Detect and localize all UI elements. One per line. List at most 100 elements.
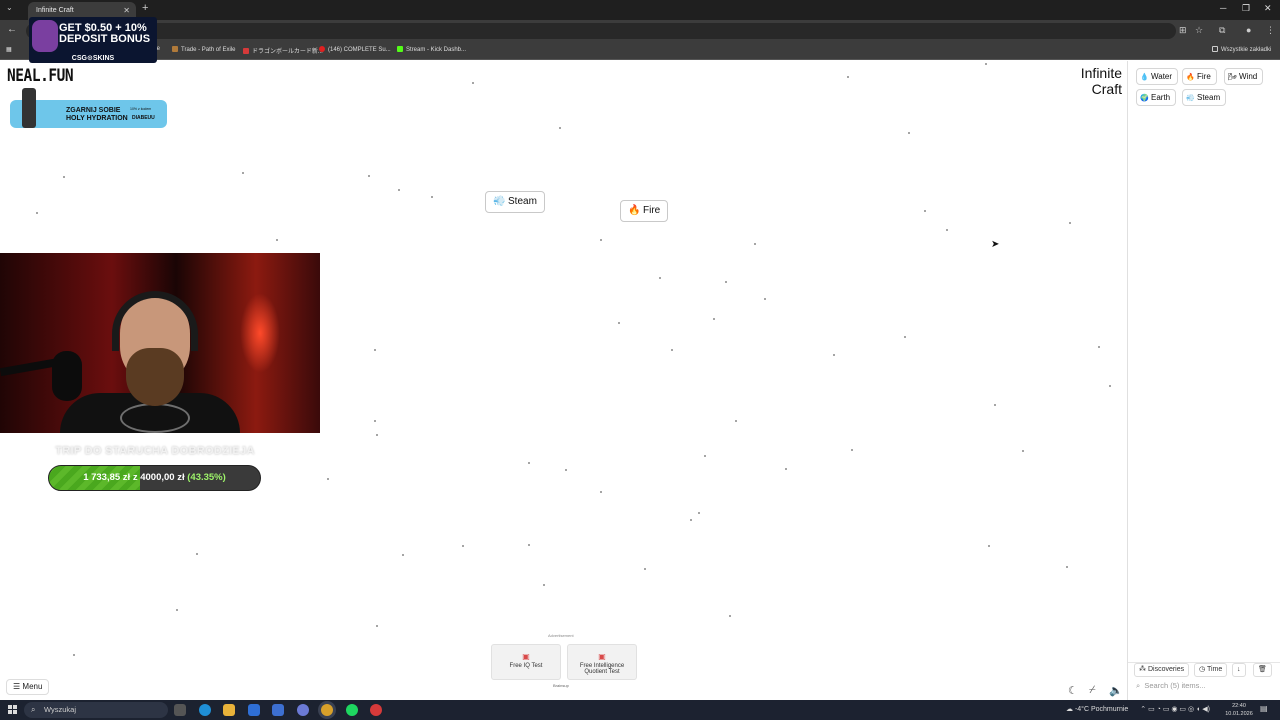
particle-dot bbox=[785, 468, 787, 470]
particle-dot bbox=[431, 196, 433, 198]
particle-dot bbox=[374, 349, 376, 351]
ad-label: Advertisement bbox=[548, 633, 574, 638]
menu-icon: ☰ bbox=[13, 682, 23, 691]
trash-icon: 🗑 bbox=[1258, 666, 1267, 673]
taskbar-clock[interactable]: 22:40 10.01.2026 bbox=[1222, 702, 1256, 718]
folder-icon bbox=[1212, 46, 1218, 52]
particle-dot bbox=[528, 544, 530, 546]
promo-headline: GET $0.50 + 10% DEPOSIT BONUS bbox=[59, 22, 151, 45]
dark-mode-icon[interactable]: ☾ bbox=[1068, 684, 1078, 697]
taskbar-search-placeholder: Wyszukaj bbox=[44, 705, 77, 714]
particle-dot bbox=[276, 239, 278, 241]
particle-dot bbox=[994, 404, 996, 406]
canvas-element-steam[interactable]: 💨 Steam bbox=[485, 191, 545, 213]
app-icon[interactable] bbox=[297, 704, 309, 716]
profile-avatar[interactable]: ● bbox=[1246, 25, 1251, 35]
particle-dot bbox=[698, 512, 700, 514]
mail-icon[interactable] bbox=[248, 704, 260, 716]
browser-toolbar: ← ⊞ ☆ ⧉ ● ⋮ bbox=[0, 20, 1280, 42]
canvas-element-label: Steam bbox=[508, 196, 537, 207]
item-search[interactable]: ⌕ Search (5) items... bbox=[1136, 681, 1206, 691]
sponsor-note: 10% z kodem bbox=[130, 107, 152, 111]
fire-emoji-icon: 🔥 bbox=[1186, 74, 1195, 81]
dragonball-icon bbox=[243, 48, 249, 54]
restore-icon[interactable]: ❐ bbox=[1242, 3, 1250, 14]
translate-icon[interactable]: ⊞ bbox=[1179, 25, 1187, 36]
goal-percent: (43.35%) bbox=[187, 472, 226, 483]
apps-grid-icon[interactable]: ▦ bbox=[6, 46, 12, 53]
particle-dot bbox=[725, 281, 727, 283]
store-icon[interactable] bbox=[272, 704, 284, 716]
start-icon[interactable] bbox=[8, 705, 18, 715]
system-tray: ☁ -4°C Pochmurnie ⌃ ▭ ◔ ▭ ◉ ▭ ◎ ◖ ◀) bbox=[1066, 700, 1210, 720]
edge-icon[interactable] bbox=[199, 704, 211, 716]
browser-menu-icon[interactable]: ⋮ bbox=[1266, 25, 1275, 36]
back-arrow-icon[interactable]: ← bbox=[7, 24, 17, 35]
new-tab-icon[interactable]: + bbox=[142, 2, 148, 14]
canvas-element-fire[interactable]: 🔥 Fire bbox=[620, 200, 669, 222]
sidebar-item-wind[interactable]: 🌬 Wind bbox=[1224, 68, 1264, 85]
weather-text[interactable]: -4°C Pochmurnie bbox=[1075, 706, 1128, 713]
discoveries-button[interactable]: ⁂ Discoveries bbox=[1134, 663, 1190, 677]
game-title: Infinite Craft bbox=[1076, 65, 1122, 97]
particle-dot bbox=[704, 455, 706, 457]
sidebar-item-fire[interactable]: 🔥 Fire bbox=[1182, 68, 1217, 85]
search-input-placeholder[interactable]: Search (5) items... bbox=[1144, 681, 1205, 690]
broom-icon[interactable]: ⌿ bbox=[1089, 684, 1096, 697]
bookmark-item[interactable]: Stream - Kick Dashb... bbox=[397, 46, 466, 53]
donation-goal-bar: 1 733,85 zł z 4000,00 zł (43.35%) bbox=[48, 465, 261, 491]
sort-direction-button[interactable]: ↓ bbox=[1232, 663, 1246, 677]
address-bar[interactable] bbox=[26, 23, 1176, 39]
particle-dot bbox=[618, 322, 620, 324]
minimize-icon[interactable]: ─ bbox=[1220, 3, 1226, 13]
sidebar-item-steam[interactable]: 💨 Steam bbox=[1182, 89, 1227, 106]
sidebar-item-earth[interactable]: 🌍 Earth bbox=[1136, 89, 1177, 106]
search-icon: ⌕ bbox=[31, 705, 36, 714]
sort-time-button[interactable]: ◷ Time bbox=[1194, 663, 1228, 677]
particle-dot bbox=[327, 478, 329, 480]
particle-dot bbox=[729, 615, 731, 617]
particle-dot bbox=[851, 449, 853, 451]
particle-dot bbox=[374, 420, 376, 422]
obs-icon[interactable] bbox=[370, 704, 382, 716]
menu-button[interactable]: ☰ Menu bbox=[6, 679, 50, 695]
notification-icon[interactable]: ▤ bbox=[1260, 704, 1268, 713]
bookmark-item[interactable]: Trade - Path of Exile bbox=[172, 46, 235, 53]
particle-dot bbox=[988, 545, 990, 547]
task-view-icon[interactable] bbox=[174, 704, 186, 716]
streamer-beard bbox=[126, 348, 184, 406]
ad-card-label: Free IQ Test bbox=[509, 663, 543, 669]
tab-list-chevron-icon[interactable]: ⌄ bbox=[6, 3, 13, 12]
youtube-icon bbox=[319, 46, 325, 52]
clear-button[interactable]: 🗑 bbox=[1253, 663, 1272, 677]
spotify-icon[interactable] bbox=[346, 704, 358, 716]
ad-card[interactable]: ▣ Free IQ Test bbox=[491, 644, 561, 680]
tray-icons[interactable]: ⌃ ▭ ◔ ▭ ◉ ▭ ◎ ◖ ◀) bbox=[1140, 706, 1210, 713]
site-logo[interactable]: NEAL.FUN bbox=[7, 66, 74, 86]
particle-dot bbox=[600, 491, 602, 493]
sidebar-item-label: Water bbox=[1151, 72, 1173, 81]
sound-icon[interactable]: 🔈 bbox=[1109, 684, 1123, 697]
chrome-icon[interactable] bbox=[321, 704, 333, 716]
particle-dot bbox=[644, 568, 646, 570]
particle-dot bbox=[1109, 385, 1111, 387]
briefcase-icon: ▣ bbox=[598, 652, 606, 661]
sidebar-item-water[interactable]: 💧 Water bbox=[1136, 68, 1179, 85]
goal-current: 1 733,85 zł bbox=[83, 472, 131, 483]
bookmark-item[interactable]: (146) COMPLETE Su... bbox=[319, 46, 391, 53]
all-bookmarks[interactable]: Wszystkie zakładki bbox=[1212, 46, 1271, 53]
window-close-icon[interactable]: ✕ bbox=[1264, 3, 1272, 14]
taskbar-search[interactable]: ⌕ Wyszukaj bbox=[24, 702, 168, 718]
file-explorer-icon[interactable] bbox=[223, 704, 235, 716]
bookmark-star-icon[interactable]: ☆ bbox=[1195, 25, 1203, 36]
particle-dot bbox=[713, 318, 715, 320]
extensions-icon[interactable]: ⧉ bbox=[1219, 25, 1225, 36]
bookmark-item[interactable]: ドラゴンボールカード新... bbox=[243, 46, 323, 55]
particle-dot bbox=[73, 654, 75, 656]
goal-target: 4000,00 zł bbox=[140, 472, 185, 483]
particle-dot bbox=[528, 462, 530, 464]
particle-dot bbox=[671, 349, 673, 351]
ad-card[interactable]: ▣ Free Intelligence Quotient Test bbox=[567, 644, 637, 680]
particle-dot bbox=[904, 336, 906, 338]
sidebar-item-label: Fire bbox=[1197, 72, 1211, 81]
